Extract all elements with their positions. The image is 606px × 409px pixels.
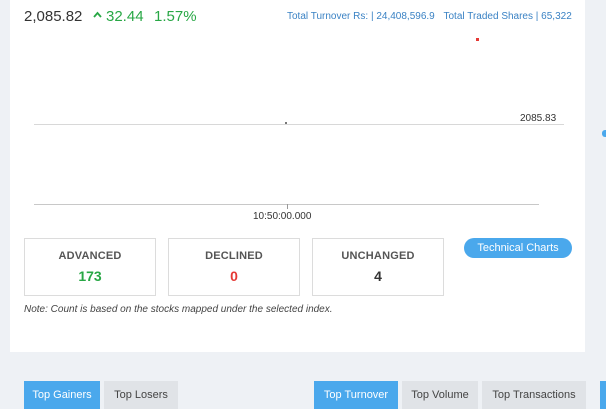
data-point	[285, 122, 287, 124]
note-text: Note: Count is based on the stocks mappe…	[24, 304, 333, 315]
intraday-chart[interactable]	[10, 30, 585, 230]
tab-top-losers[interactable]: Top Losers	[104, 381, 178, 409]
change-points: 32.44	[106, 8, 144, 25]
chart-marker	[476, 38, 479, 41]
scroll-indicator	[600, 381, 606, 409]
stat-declined: DECLINED 0	[168, 238, 300, 296]
x-axis-tick	[287, 204, 288, 209]
change-percent: 1.57%	[154, 8, 197, 25]
price-line	[34, 124, 564, 125]
turnover-value: 24,408,596.9	[376, 11, 435, 22]
tab-top-transactions[interactable]: Top Transactions	[482, 381, 586, 409]
stat-unchanged-value: 4	[374, 268, 382, 284]
x-tick-label: 10:50:00.000	[253, 211, 312, 222]
turnover-info: Total Turnover Rs: | 24,408,596.9 Total …	[287, 11, 572, 22]
stat-advanced-label: ADVANCED	[58, 250, 122, 262]
stat-declined-value: 0	[230, 268, 238, 284]
tab-top-volume[interactable]: Top Volume	[402, 381, 478, 409]
turnover-label: Total Turnover Rs:	[287, 11, 369, 22]
separator: |	[370, 11, 374, 22]
up-arrow-icon	[93, 11, 102, 18]
technical-charts-button[interactable]: Technical Charts	[464, 238, 572, 258]
stat-unchanged: UNCHANGED 4	[312, 238, 444, 296]
stat-advanced: ADVANCED 173	[24, 238, 156, 296]
shares-value: 65,322	[541, 11, 572, 22]
shares-label: Total Traded Shares	[443, 11, 534, 22]
index-summary-card: 2,085.82 32.44 1.57% Total Turnover Rs: …	[10, 0, 585, 352]
stat-unchanged-label: UNCHANGED	[341, 250, 415, 262]
tab-top-turnover[interactable]: Top Turnover	[314, 381, 398, 409]
price-label: 2085.83	[520, 113, 557, 124]
stat-declined-label: DECLINED	[205, 250, 263, 262]
stat-advanced-value: 173	[78, 268, 102, 284]
index-value: 2,085.82	[24, 8, 83, 25]
tab-top-gainers[interactable]: Top Gainers	[24, 381, 100, 409]
separator: |	[535, 11, 539, 22]
side-indicator	[602, 130, 606, 137]
